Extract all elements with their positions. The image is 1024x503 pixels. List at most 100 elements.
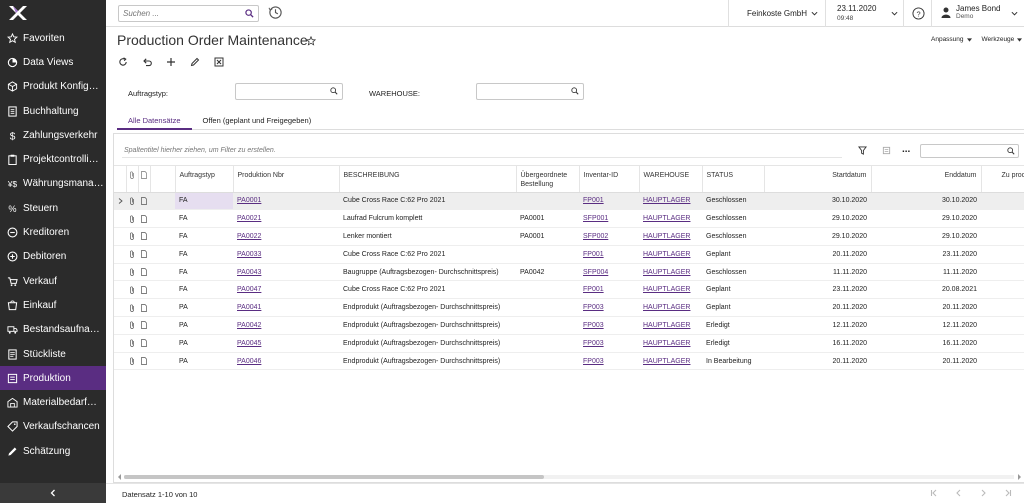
sidebar-item-favoriten[interactable]: Favoriten <box>0 26 106 50</box>
cell-description[interactable]: Lenker montiert <box>339 227 516 246</box>
collapse-sidebar-button[interactable] <box>0 483 106 503</box>
cell-parent-order[interactable] <box>516 298 579 318</box>
sidebar-item-steuern[interactable]: % Steuern <box>0 196 106 220</box>
column-header-status[interactable]: STATUS <box>702 166 765 193</box>
sidebar-item-währungsmana[interactable]: ¥$ Währungsmana… <box>0 172 106 196</box>
export-excel-button[interactable] <box>214 55 238 69</box>
first-page-icon[interactable] <box>930 489 940 497</box>
row-notes-button[interactable] <box>138 192 150 211</box>
add-button[interactable] <box>166 55 190 69</box>
table-row[interactable]: FA PA0022 Lenker montiert PA0001 SFP002 HAUPT… <box>114 227 1024 246</box>
cell-inventory-id[interactable]: SFP001 <box>579 209 639 229</box>
chevron-down-icon[interactable] <box>891 10 898 17</box>
cell-parent-order[interactable] <box>516 316 579 335</box>
cell-order-type[interactable]: FA <box>175 192 233 211</box>
cell-status[interactable]: Erledigt <box>702 316 764 335</box>
column-header-inventory-id[interactable]: Inventar-ID <box>579 166 640 193</box>
column-header-end-date[interactable]: Enddatum <box>871 166 982 193</box>
row-selector[interactable] <box>114 227 126 246</box>
cell-start-date[interactable]: 23.11.2020 <box>764 280 871 300</box>
cell-warehouse[interactable]: HAUPTLAGER <box>639 334 702 353</box>
row-selector[interactable] <box>114 192 126 211</box>
row-notes-button[interactable] <box>138 298 150 318</box>
cell-qty-to-produce[interactable] <box>981 245 1024 264</box>
cell-end-date[interactable]: 30.10.2020 <box>871 192 981 211</box>
cell-order-type[interactable]: PA <box>175 334 233 353</box>
table-row[interactable]: FA PA0021 Laufrad Fulcrum komplett PA0001 SF… <box>114 209 1024 229</box>
cell-parent-order[interactable]: PA0042 <box>516 263 579 282</box>
search-icon[interactable] <box>330 87 338 95</box>
cell-production-nbr[interactable]: PA0021 <box>233 209 339 229</box>
cell-description[interactable]: Endprodukt (Auftragsbezogen- Durchschnit… <box>339 316 516 335</box>
cell-production-nbr[interactable]: PA0001 <box>233 192 339 211</box>
row-notes-button[interactable] <box>138 352 150 371</box>
column-header-qty-to-produce[interactable]: Zu produ <box>981 166 1024 193</box>
table-row[interactable]: PA PA0046 Endprodukt (Auftragsbezogen- Dur… <box>114 352 1024 371</box>
cell-description[interactable]: Endprodukt (Auftragsbezogen- Durchschnit… <box>339 334 516 353</box>
cell-inventory-id[interactable]: FP003 <box>579 352 639 371</box>
cell-qty-to-produce[interactable] <box>981 263 1024 282</box>
row-notes-button[interactable] <box>138 227 150 246</box>
tools-menu[interactable]: Werkzeuge <box>982 36 1023 43</box>
cell-order-type[interactable]: PA <box>175 298 233 318</box>
cell-order-type[interactable]: FA <box>175 263 233 282</box>
cell-description[interactable]: Cube Cross Race C:62 Pro 2021 <box>339 192 516 211</box>
cell-start-date[interactable]: 30.10.2020 <box>764 192 871 211</box>
cell-warehouse[interactable]: HAUPTLAGER <box>639 280 702 300</box>
row-selector[interactable] <box>114 263 126 282</box>
cell-production-nbr[interactable]: PA0045 <box>233 334 339 353</box>
last-page-icon[interactable] <box>1002 489 1012 497</box>
company-selector[interactable]: Feinkoste GmbH <box>747 9 818 18</box>
row-notes-button[interactable] <box>138 209 150 229</box>
cell-description[interactable]: Cube Cross Race C:62 Pro 2021 <box>339 245 516 264</box>
cell-warehouse[interactable]: HAUPTLAGER <box>639 227 702 246</box>
global-search-input[interactable] <box>119 6 237 21</box>
cell-inventory-id[interactable]: SFP002 <box>579 227 639 246</box>
cell-parent-order[interactable]: PA0001 <box>516 227 579 246</box>
column-header-start-date[interactable]: Startdatum <box>764 166 872 193</box>
cell-parent-order[interactable] <box>516 352 579 371</box>
table-row[interactable]: FA PA0001 Cube Cross Race C:62 Pro 2021 FP0… <box>114 192 1024 211</box>
refresh-button[interactable] <box>118 55 142 69</box>
cell-description[interactable]: Endprodukt (Auftragsbezogen- Durchschnit… <box>339 352 516 371</box>
cell-end-date[interactable]: 20.08.2021 <box>871 280 981 300</box>
cell-production-nbr[interactable]: PA0046 <box>233 352 339 371</box>
cell-end-date[interactable]: 12.11.2020 <box>871 316 981 335</box>
cell-start-date[interactable]: 16.11.2020 <box>764 334 871 353</box>
cell-order-type[interactable]: PA <box>175 352 233 371</box>
row-files-button[interactable] <box>126 227 138 246</box>
cell-end-date[interactable]: 11.11.2020 <box>871 263 981 282</box>
cell-qty-to-produce[interactable] <box>981 316 1024 335</box>
cell-start-date[interactable]: 12.11.2020 <box>764 316 871 335</box>
cell-qty-to-produce[interactable] <box>981 280 1024 300</box>
cell-warehouse[interactable]: HAUPTLAGER <box>639 298 702 318</box>
cell-inventory-id[interactable]: FP003 <box>579 334 639 353</box>
previous-page-icon[interactable] <box>954 489 964 497</box>
row-selector[interactable] <box>114 209 126 229</box>
sidebar-item-produkt-konfig[interactable]: Produkt Konfig… <box>0 75 106 99</box>
cell-warehouse[interactable]: HAUPTLAGER <box>639 245 702 264</box>
cell-status[interactable]: Geplant <box>702 245 764 264</box>
cell-inventory-id[interactable]: FP003 <box>579 298 639 318</box>
cell-parent-order[interactable]: PA0001 <box>516 209 579 229</box>
sidebar-item-projektcontrolli[interactable]: Projektcontrolli… <box>0 147 106 171</box>
sidebar-item-buchhaltung[interactable]: Buchhaltung <box>0 99 106 123</box>
cell-inventory-id[interactable]: SFP004 <box>579 263 639 282</box>
cell-description[interactable]: Laufrad Fulcrum komplett <box>339 209 516 229</box>
tab-open-records[interactable]: Offen (geplant und Freigegeben) <box>192 113 323 130</box>
row-notes-button[interactable] <box>138 334 150 353</box>
sidebar-item-schätzung[interactable]: Schätzung <box>0 439 106 463</box>
cell-start-date[interactable]: 29.10.2020 <box>764 227 871 246</box>
chevron-down-icon[interactable] <box>1011 10 1018 17</box>
sidebar-item-produktion[interactable]: Produktion <box>0 366 106 391</box>
scrollbar-thumb[interactable] <box>124 475 544 479</box>
row-notes-button[interactable] <box>138 263 150 282</box>
cell-description[interactable]: Cube Cross Race C:62 Pro 2021 <box>339 280 516 300</box>
column-header-production-nbr[interactable]: Produktion Nbr <box>233 166 340 193</box>
row-selector[interactable] <box>114 298 126 318</box>
cell-production-nbr[interactable]: PA0042 <box>233 316 339 335</box>
cell-description[interactable]: Endprodukt (Auftragsbezogen- Durchschnit… <box>339 298 516 318</box>
cell-status[interactable]: Erledigt <box>702 334 764 353</box>
cell-production-nbr[interactable]: PA0041 <box>233 298 339 318</box>
cell-parent-order[interactable] <box>516 245 579 264</box>
